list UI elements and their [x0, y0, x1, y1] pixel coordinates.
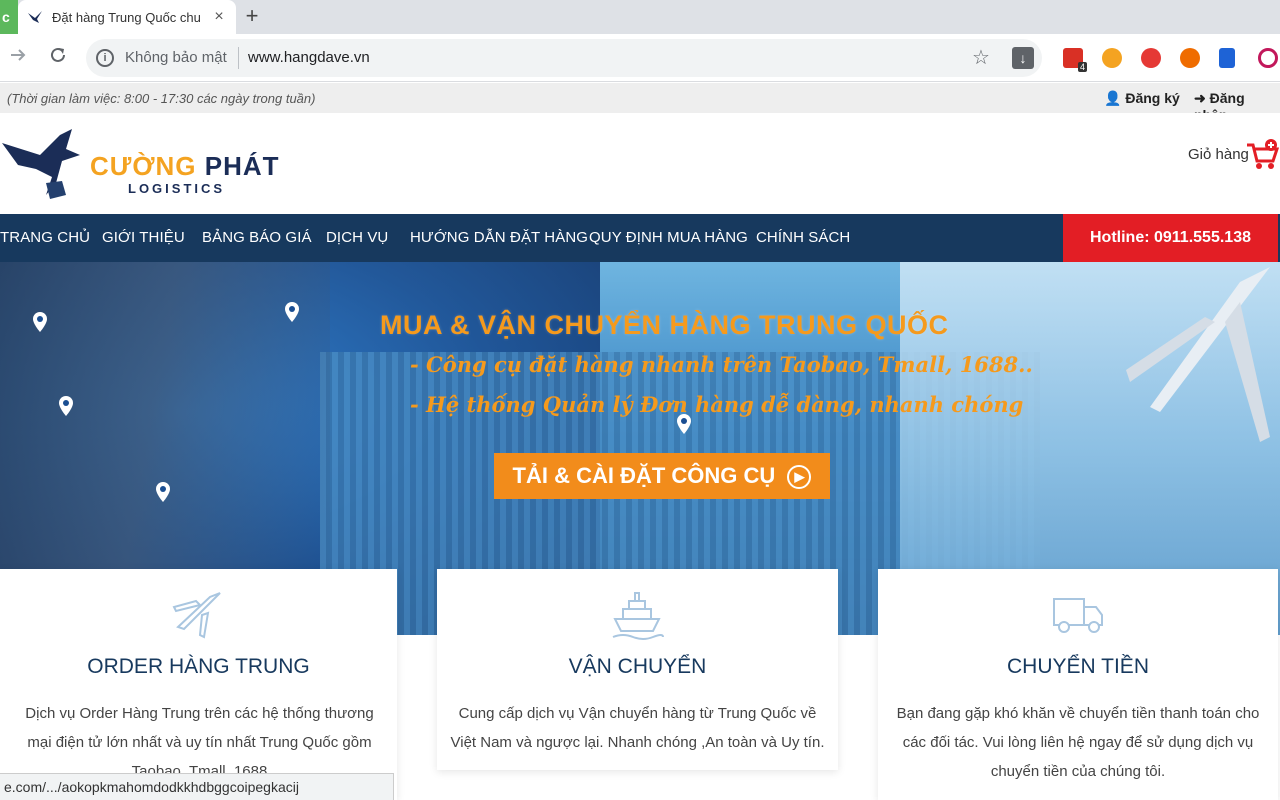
- nav-policy[interactable]: CHÍNH SÁCH: [756, 229, 850, 246]
- arrow-right-circle-icon: ▶: [787, 465, 812, 489]
- nav-home[interactable]: TRANG CHỦ: [0, 229, 90, 246]
- new-tab-button[interactable]: +: [240, 3, 264, 29]
- security-label: Không bảo mật: [125, 49, 227, 66]
- map-pin-icon: [59, 396, 73, 416]
- omnibox-divider: [238, 47, 239, 69]
- extension-rocket-icon[interactable]: [1180, 48, 1200, 68]
- truck-icon: [1053, 598, 1103, 633]
- site-info-icon[interactable]: i: [96, 49, 114, 67]
- url-text[interactable]: www.hangdave.vn: [248, 49, 370, 66]
- install-tool-button[interactable]: TẢI & CÀI ĐẶT CÔNG CỤ ▶: [494, 453, 830, 499]
- register-link[interactable]: 👤 Đăng ký: [1104, 90, 1180, 107]
- brand-word-2: PHÁT: [204, 151, 280, 181]
- ship-icon: [612, 592, 664, 640]
- brand-subtitle: LOGISTICS: [128, 181, 226, 196]
- map-pin-icon: [33, 312, 47, 332]
- user-plus-icon: 👤: [1104, 90, 1122, 106]
- working-hours: (Thời gian làm việc: 8:00 - 17:30 các ng…: [7, 91, 316, 106]
- main-navigation: TRANG CHỦ GIỚI THIỆU BẢNG BÁO GIÁ DỊCH V…: [0, 214, 1280, 262]
- browser-status-url: e.com/.../aokopkmahomdodkkhdbggcoipegkac…: [0, 773, 394, 800]
- working-hours-bar: (Thời gian làm việc: 8:00 - 17:30 các ng…: [0, 83, 1280, 123]
- sign-in-icon: ➜: [1194, 90, 1206, 106]
- service-title: CHUYỂN TIỀN: [1007, 655, 1149, 678]
- tab-title: Đặt hàng Trung Quốc chu: [52, 9, 201, 25]
- browser-tab-strip: c Đặt hàng Trung Quốc chu × +: [0, 0, 1280, 34]
- extension-orange-icon[interactable]: [1102, 48, 1122, 68]
- nav-services[interactable]: DỊCH VỤ: [326, 229, 388, 246]
- browser-toolbar: i Không bảo mật www.hangdave.vn ☆ ↓ 4: [0, 34, 1280, 82]
- hero-line-2: - Hệ thống Quản lý Đơn hàng dễ dàng, nha…: [410, 392, 1024, 417]
- register-label: Đăng ký: [1125, 90, 1180, 106]
- reload-icon[interactable]: [44, 44, 72, 72]
- extension-shield-icon[interactable]: [1141, 48, 1161, 68]
- service-card-money-transfer[interactable]: CHUYỂN TIỀN Bạn đang gặp khó khăn về chu…: [878, 569, 1278, 800]
- eagle-logo-icon[interactable]: [0, 125, 86, 205]
- nav-order-guide[interactable]: HƯỚNG DẪN ĐẶT HÀNG: [410, 229, 588, 246]
- service-description: Bạn đang gặp khó khăn về chuyển tiền tha…: [896, 705, 1260, 780]
- nav-purchase-rules[interactable]: QUY ĐỊNH MUA HÀNG: [589, 229, 748, 246]
- site-favicon-icon: [26, 8, 44, 26]
- install-tool-label: TẢI & CÀI ĐẶT CÔNG CỤ: [512, 463, 776, 488]
- address-bar[interactable]: i Không bảo mật www.hangdave.vn ☆ ↓: [86, 39, 1042, 77]
- hero-line-1: - Công cụ đặt hàng nhanh trên Taobao, Tm…: [410, 352, 1033, 377]
- brand-name[interactable]: CƯỜNG PHÁT: [90, 151, 280, 182]
- active-tab[interactable]: Đặt hàng Trung Quốc chu ×: [18, 0, 236, 34]
- hotline-button[interactable]: Hotline: 0911.555.138: [1063, 214, 1278, 262]
- service-card-shipping[interactable]: VẬN CHUYỂN Cung cấp dịch vụ Vận chuyển h…: [437, 569, 838, 770]
- map-pin-icon: [677, 414, 691, 434]
- map-pin-icon: [156, 482, 170, 502]
- hero-title: MUA & VẬN CHUYỂN HÀNG TRUNG QUỐC: [380, 310, 949, 340]
- forward-arrow-icon[interactable]: [4, 44, 32, 72]
- brand-word-1: CƯỜNG: [90, 151, 197, 181]
- nav-price-list[interactable]: BẢNG BÁO GIÁ: [202, 229, 312, 246]
- nav-about[interactable]: GIỚI THIỆU: [102, 229, 185, 246]
- extension-badge: 4: [1077, 62, 1087, 72]
- site-header: CƯỜNG PHÁT LOGISTICS Giỏ hàng: [0, 113, 1280, 214]
- download-icon[interactable]: ↓: [1012, 47, 1034, 69]
- map-pin-icon: [285, 302, 299, 322]
- cart-label[interactable]: Giỏ hàng: [1188, 146, 1249, 163]
- shopping-cart-icon[interactable]: [1246, 139, 1280, 171]
- airplane-icon: [172, 592, 221, 639]
- extension-chrome-icon[interactable]: [1258, 48, 1278, 68]
- service-description: Cung cấp dịch vụ Vận chuyển hàng từ Trun…: [450, 705, 825, 751]
- service-title: ORDER HÀNG TRUNG: [87, 655, 310, 678]
- airplane-image: [1126, 267, 1270, 442]
- bookmark-star-icon[interactable]: ☆: [972, 45, 990, 70]
- previous-tab[interactable]: c: [0, 0, 18, 34]
- service-card-order[interactable]: ORDER HÀNG TRUNG Dịch vụ Order Hàng Trun…: [0, 569, 397, 800]
- extension-calendar-icon[interactable]: 4: [1063, 48, 1087, 72]
- service-title: VẬN CHUYỂN: [568, 655, 707, 678]
- extension-tag-icon[interactable]: [1219, 48, 1235, 68]
- close-tab-icon[interactable]: ×: [210, 8, 228, 26]
